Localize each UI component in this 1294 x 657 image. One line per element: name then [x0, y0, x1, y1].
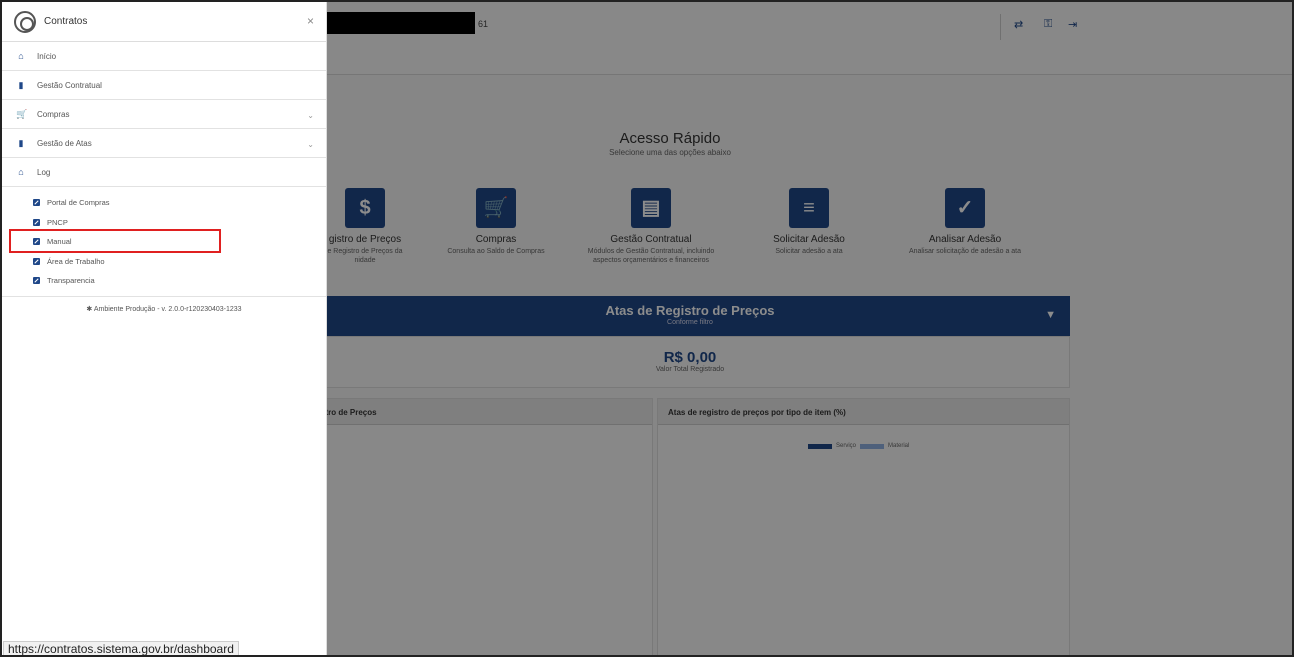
link-portal-compras[interactable]: Portal de Compras: [2, 193, 326, 213]
logo-icon: [14, 11, 36, 33]
sidebar-header: Contratos ×: [2, 2, 326, 42]
link-label: Transparencia: [47, 276, 95, 286]
sidebar-item-inicio[interactable]: ⌂ Início: [2, 42, 326, 71]
highlight-box-manual: [9, 229, 221, 253]
sidebar-title: Contratos: [44, 16, 88, 27]
chevron-down-icon[interactable]: ⌄: [307, 140, 314, 149]
file-icon: ▮: [18, 137, 24, 148]
environment-version: ✱ Ambiente Produção - v. 2.0.0-r12023040…: [2, 295, 326, 324]
document-icon: ▮: [18, 79, 24, 90]
chevron-down-icon[interactable]: ⌄: [307, 111, 314, 120]
sidebar-item-label: Gestão de Atas: [37, 138, 92, 148]
link-label: Área de Trabalho: [47, 256, 105, 266]
sidebar-item-label: Início: [37, 51, 57, 61]
sidebar-item-label: Log: [37, 167, 51, 177]
sidebar-item-compras[interactable]: 🛒 Compras ⌄: [2, 100, 326, 129]
browser-status-url: https://contratos.sistema.gov.br/dashboa…: [3, 641, 239, 657]
link-area-trabalho[interactable]: Área de Trabalho: [2, 252, 326, 272]
home-icon: ⌂: [18, 51, 24, 61]
sidebar-item-gestao-contratual[interactable]: ▮ Gestão Contratual: [2, 71, 326, 100]
sidebar-item-label: Compras: [37, 109, 70, 119]
link-label: Portal de Compras: [47, 198, 110, 208]
external-link-icon: [33, 199, 40, 207]
close-icon[interactable]: ×: [307, 14, 314, 28]
external-link-icon: [33, 218, 40, 226]
sidebar-item-log[interactable]: ⌂ Log: [2, 158, 326, 187]
link-label: PNCP: [47, 217, 68, 227]
cart-icon: 🛒: [16, 108, 28, 119]
external-link-icon: [33, 257, 40, 265]
sidebar-item-label: Gestão Contratual: [37, 80, 102, 90]
sidebar-menu: Contratos × ⌂ Início ▮ Gestão Contratual…: [2, 2, 327, 655]
home-icon: ⌂: [18, 167, 24, 177]
link-transparencia[interactable]: Transparencia: [2, 271, 326, 291]
sidebar-item-gestao-atas[interactable]: ▮ Gestão de Atas ⌄: [2, 129, 326, 158]
external-link-icon: [33, 277, 40, 285]
